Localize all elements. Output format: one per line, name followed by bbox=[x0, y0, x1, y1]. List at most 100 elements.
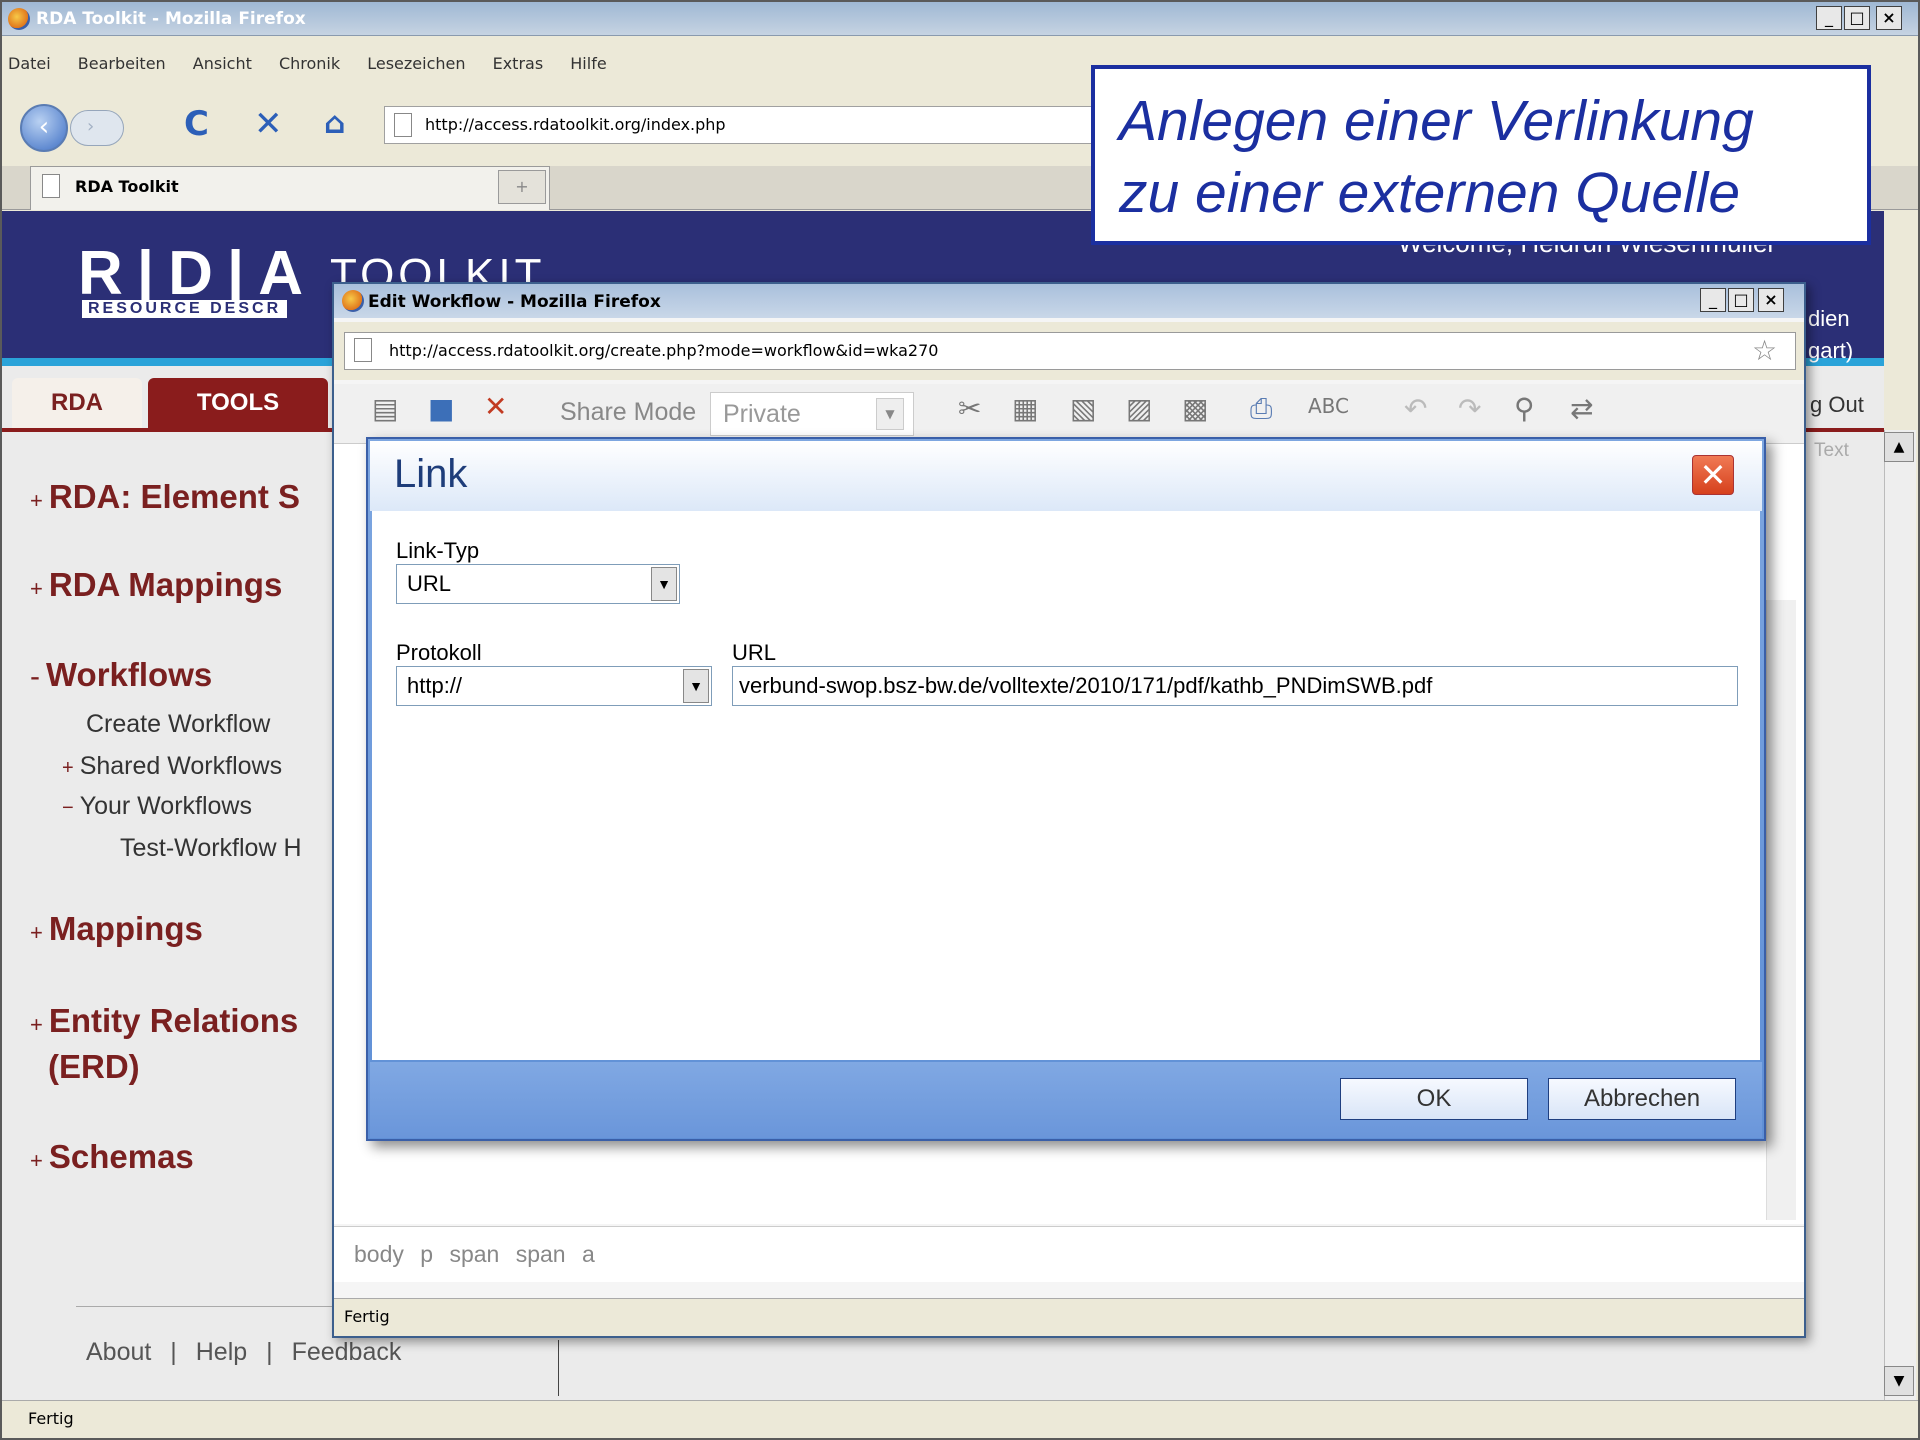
sidebar-label: Schemas bbox=[48, 1138, 194, 1175]
sidebar-element-sets[interactable]: + RDA: Element S bbox=[30, 478, 300, 516]
address-bar[interactable]: http://access.rdatoolkit.org/index.php bbox=[384, 106, 1120, 144]
sidebar-workflows[interactable]: - Workflows bbox=[30, 656, 212, 694]
menu-chronik[interactable]: Chronik bbox=[279, 54, 340, 73]
separator: | bbox=[266, 1338, 273, 1366]
sidebar-label: Entity Relations bbox=[48, 1002, 299, 1039]
stop-icon[interactable]: ✕ bbox=[254, 104, 283, 144]
firefox-icon bbox=[8, 8, 30, 30]
test-workflow-link[interactable]: Test-Workflow H bbox=[120, 834, 302, 863]
menu-bearbeiten[interactable]: Bearbeiten bbox=[78, 54, 166, 73]
annotation-line-2: zu einer externen Quelle bbox=[1119, 161, 1741, 225]
protocol-value: http:// bbox=[407, 673, 463, 698]
url-label: URL bbox=[732, 640, 777, 665]
sidebar-erd[interactable]: + Entity Relations bbox=[30, 1002, 298, 1040]
sidebar-erd-line2: (ERD) bbox=[48, 1048, 140, 1085]
sidebar-mappings[interactable]: + Mappings bbox=[30, 910, 203, 948]
popup-maximize-button[interactable]: □ bbox=[1728, 288, 1754, 312]
paste-text-icon[interactable]: ▨ bbox=[1126, 392, 1152, 425]
link-type-select[interactable]: URL ▼ bbox=[396, 564, 680, 604]
editor-scrollbar[interactable] bbox=[1766, 600, 1796, 1220]
maximize-button[interactable]: □ bbox=[1844, 6, 1870, 30]
forward-button[interactable]: › bbox=[70, 110, 124, 146]
about-link[interactable]: About bbox=[86, 1338, 151, 1366]
save-icon[interactable]: ■ bbox=[428, 392, 454, 425]
delete-icon[interactable]: ✕ bbox=[484, 390, 507, 423]
reload-icon[interactable]: C bbox=[184, 104, 209, 144]
menu-items: Datei Bearbeiten Ansicht Chronik Lesezei… bbox=[8, 54, 629, 73]
menu-ansicht[interactable]: Ansicht bbox=[193, 54, 252, 73]
dialog-titlebar bbox=[370, 441, 1762, 511]
menu-datei[interactable]: Datei bbox=[8, 54, 51, 73]
scroll-up-arrow[interactable]: ▲ bbox=[1884, 432, 1914, 462]
protocol-select[interactable]: http:// ▼ bbox=[396, 666, 712, 706]
sidebar-label: Workflows bbox=[46, 656, 213, 693]
help-link[interactable]: Help bbox=[196, 1338, 247, 1366]
share-mode-label: Share Mode bbox=[560, 398, 697, 426]
create-workflow-link[interactable]: Create Workflow bbox=[86, 710, 270, 739]
menu-extras[interactable]: Extras bbox=[493, 54, 544, 73]
your-workflows-link[interactable]: − Your Workflows bbox=[62, 792, 252, 821]
logo-subtitle: RESOURCE DESCR bbox=[82, 300, 288, 318]
home-icon[interactable]: ⌂ bbox=[324, 104, 345, 144]
right-edge-gart: gart) bbox=[1808, 338, 1854, 363]
paste-icon[interactable]: ▧ bbox=[1070, 392, 1096, 425]
undo-icon[interactable]: ↶ bbox=[1404, 392, 1427, 425]
shared-workflows-link[interactable]: + Shared Workflows bbox=[62, 752, 282, 781]
ok-button[interactable]: OK bbox=[1340, 1078, 1528, 1120]
new-tab-button[interactable]: + bbox=[498, 170, 546, 204]
redo-icon[interactable]: ↷ bbox=[1458, 392, 1481, 425]
cancel-button[interactable]: Abbrechen bbox=[1548, 1078, 1736, 1120]
dialog-title: Link bbox=[394, 452, 468, 496]
status-bar: Fertig bbox=[2, 1400, 1918, 1438]
footer-links: About | Help | Feedback bbox=[86, 1338, 401, 1367]
feedback-link[interactable]: Feedback bbox=[292, 1338, 402, 1366]
sidebar-label: RDA: Element S bbox=[48, 478, 301, 515]
tab-rda-toolkit[interactable]: RDA Toolkit bbox=[30, 166, 550, 210]
page-icon bbox=[394, 113, 412, 137]
page-icon bbox=[354, 338, 372, 362]
back-button[interactable]: ‹ bbox=[20, 104, 68, 152]
new-doc-icon[interactable]: ▤ bbox=[372, 392, 398, 425]
protocol-label: Protokoll bbox=[396, 640, 482, 665]
page-scrollbar[interactable] bbox=[1884, 430, 1916, 1400]
spellcheck-icon[interactable]: ABC bbox=[1308, 394, 1349, 418]
window-title: RDA Toolkit - Mozilla Firefox bbox=[36, 9, 306, 29]
element-path: body p span span a bbox=[334, 1226, 1804, 1282]
expand-icon: + bbox=[30, 1012, 43, 1037]
sidebar-label: Shared Workflows bbox=[79, 752, 283, 780]
link-type-value: URL bbox=[407, 571, 452, 596]
minimize-button[interactable]: _ bbox=[1816, 6, 1842, 30]
popup-title: Edit Workflow - Mozilla Firefox bbox=[368, 292, 661, 312]
rda-logo: R|D|A bbox=[78, 239, 318, 308]
dialog-close-button[interactable]: ✕ bbox=[1692, 455, 1734, 495]
chevron-down-icon[interactable]: ▼ bbox=[876, 398, 904, 430]
url-field[interactable]: verbund-swop.bsz-bw.de/volltexte/2010/17… bbox=[732, 666, 1738, 706]
popup-address-bar[interactable]: http://access.rdatoolkit.org/create.php?… bbox=[344, 332, 1796, 370]
sidebar-rda-mappings[interactable]: + RDA Mappings bbox=[30, 566, 282, 604]
popup-close-button[interactable]: × bbox=[1758, 288, 1784, 312]
close-button[interactable]: × bbox=[1876, 6, 1902, 30]
tab-tools[interactable]: TOOLS bbox=[148, 378, 328, 428]
chevron-down-icon[interactable]: ▼ bbox=[651, 567, 677, 601]
cut-icon[interactable]: ✂ bbox=[958, 392, 981, 425]
chevron-down-icon[interactable]: ▼ bbox=[683, 669, 709, 703]
collapse-icon: − bbox=[62, 797, 74, 819]
logout-link[interactable]: g Out bbox=[1810, 392, 1864, 418]
annotation-box: Anlegen einer Verlinkung zu einer extern… bbox=[1091, 65, 1871, 245]
copy-icon[interactable]: ▦ bbox=[1012, 392, 1038, 425]
tab-page-icon bbox=[42, 174, 60, 198]
annotation-line-1: Anlegen einer Verlinkung bbox=[1119, 89, 1754, 153]
tab-rda[interactable]: RDA bbox=[12, 378, 142, 428]
paste-word-icon[interactable]: ▩ bbox=[1182, 392, 1208, 425]
find-icon[interactable]: ⚲ bbox=[1514, 392, 1535, 425]
right-edge-dien: dien bbox=[1808, 306, 1850, 331]
menu-hilfe[interactable]: Hilfe bbox=[570, 54, 606, 73]
scroll-down-arrow[interactable]: ▼ bbox=[1884, 1366, 1914, 1396]
sidebar-label: Your Workflows bbox=[79, 792, 252, 820]
replace-icon[interactable]: ⇄ bbox=[1570, 392, 1593, 425]
bookmark-star-icon[interactable]: ☆ bbox=[1752, 334, 1777, 367]
sidebar-schemas[interactable]: + Schemas bbox=[30, 1138, 194, 1176]
print-icon[interactable]: ⎙ bbox=[1250, 392, 1272, 426]
menu-lesezeichen[interactable]: Lesezeichen bbox=[367, 54, 465, 73]
popup-minimize-button[interactable]: _ bbox=[1700, 288, 1726, 312]
